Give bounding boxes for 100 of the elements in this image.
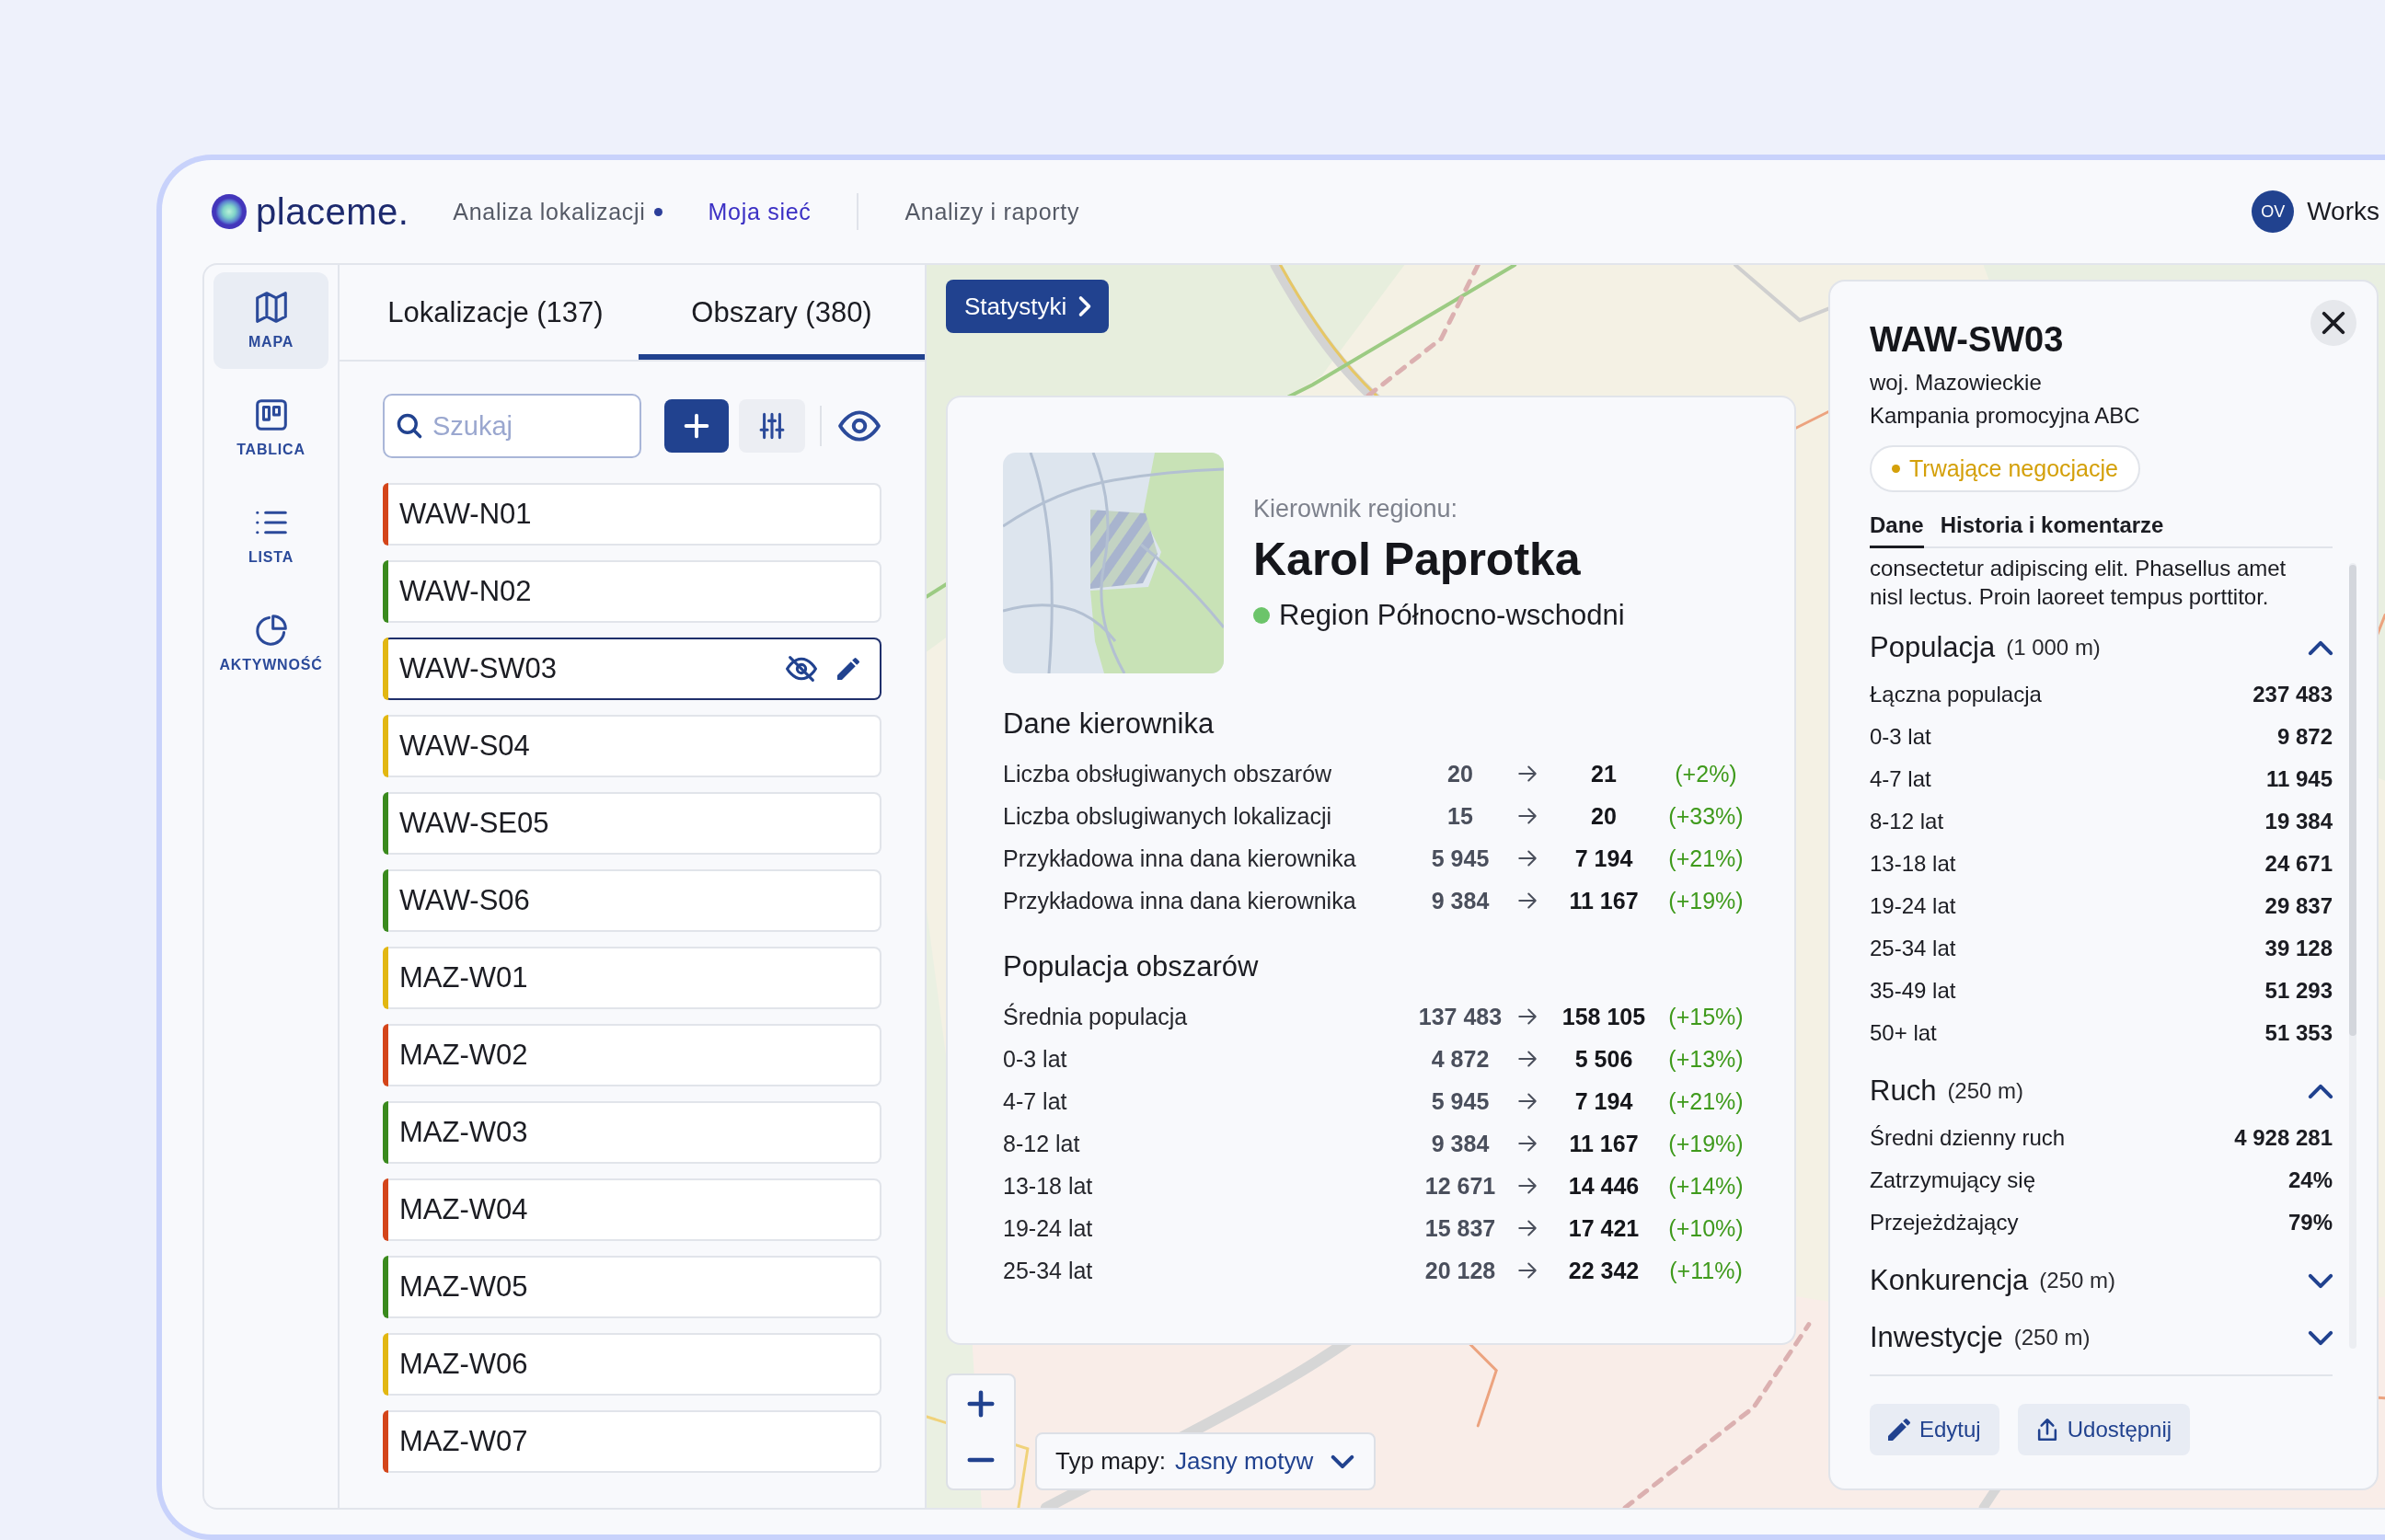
description-text: consectetur adipiscing elit. Phasellus amet nisl lectus. Proin laoreet tempus porttitor. [1870,555,2287,611]
current-value: 5 506 [1573,1045,1634,1073]
nav-link[interactable]: Moja sieć [708,198,812,225]
plus-icon [968,1390,994,1417]
chevron-up-icon[interactable] [2309,640,2333,655]
scrollbar[interactable] [2349,563,2356,1349]
row-label: Liczba obslugiwanych lokalizacji [1003,802,1333,830]
stat-label: Przejeżdżający [1870,1210,2019,1235]
change-percent: (+2%) [1674,760,1738,787]
current-value: 11 167 [1568,1130,1640,1157]
row-label: 4-7 lat [1003,1087,1068,1115]
arrow-right-icon [1518,1262,1537,1279]
stat-label: 4-7 lat [1870,766,1931,792]
stat-label: 13-18 lat [1870,851,1956,877]
nav-link[interactable]: Analiza lokalizacji [453,198,662,225]
change-percent: (+33%) [1667,802,1745,830]
previous-value: 9 384 [1430,1130,1491,1157]
stat-value: 19 384 [2264,809,2333,834]
list-item[interactable]: MAZ-W01 [383,947,881,1009]
row-label: Przykładowa inna dana kierownika [1003,887,1357,914]
role-label: Kierownik regionu: [1253,494,1459,523]
sidebar-tab[interactable]: MAPA [213,272,328,369]
stat-label: 19-24 lat [1870,893,1956,919]
list-item[interactable]: WAW-S04 [383,715,881,777]
tab[interactable]: Dane [1870,512,1924,548]
pencil-icon[interactable] [837,658,859,680]
section-title: Ruch [1870,1075,1937,1108]
add-button[interactable] [664,399,729,453]
sidebar-tab[interactable]: AKTYWNOŚĆ [213,595,328,692]
chevron-down-icon [1331,1454,1354,1468]
arrow-right-icon [1518,765,1537,782]
previous-value: 5 945 [1430,1087,1491,1115]
chevron-right-icon [1079,296,1091,316]
list-item[interactable]: MAZ-W03 [383,1101,881,1164]
list-item[interactable]: WAW-SW03 [383,638,881,700]
eye-off-icon[interactable] [786,656,817,682]
sidebar-tab[interactable]: LISTA [213,488,328,584]
list-item[interactable]: WAW-N01 [383,483,881,546]
filter-button[interactable] [739,399,805,453]
tab[interactable]: Historia i komentarze [1940,512,2164,548]
change-percent: (+19%) [1667,887,1745,914]
current-value: 7 194 [1573,1087,1634,1115]
chevron-down-icon[interactable] [2309,1330,2333,1345]
list-item[interactable]: MAZ-W07 [383,1410,881,1473]
search-field[interactable]: Szukaj [383,394,641,458]
tab[interactable]: Obszary (380) [639,265,925,360]
stat-value: 51 353 [2264,1020,2333,1046]
section-range: (250 m) [2013,1325,2091,1350]
list-item[interactable]: MAZ-W02 [383,1024,881,1086]
statistics-button[interactable]: Statystyki [946,280,1110,333]
search-icon [398,414,421,438]
current-value: 7 194 [1573,845,1634,872]
current-value: 158 105 [1561,1003,1647,1030]
stat-label: 50+ lat [1870,1020,1937,1046]
chevron-down-icon[interactable] [2309,1273,2333,1288]
current-value: 17 421 [1567,1214,1641,1242]
change-percent: (+13%) [1667,1045,1745,1073]
list-item[interactable]: MAZ-W05 [383,1256,881,1318]
row-label: 13-18 lat [1003,1172,1094,1200]
chevron-up-icon[interactable] [2309,1084,2333,1098]
current-value: 20 [1590,802,1618,830]
current-value: 11 167 [1568,887,1640,914]
row-label: Przykładowa inna dana kierownika [1003,845,1357,872]
share-icon [2035,1419,2058,1441]
arrow-right-icon [1518,850,1537,867]
arrow-right-icon [1518,808,1537,824]
status-dot-icon [1892,465,1900,473]
region-name: Region Północno-wschodni [1279,598,1625,632]
map-type-dropdown[interactable]: Typ mapy: Jasny motyw [1035,1432,1377,1490]
change-percent: (+11%) [1668,1257,1744,1284]
list-item[interactable]: WAW-S06 [383,869,881,932]
list-item[interactable]: MAZ-W04 [383,1178,881,1241]
section-title: Dane kierownika [1003,707,1216,741]
stat-value: 29 837 [2264,893,2333,919]
section-title: Konkurencja [1870,1264,2029,1297]
sliders-icon [759,413,785,439]
list-item[interactable]: MAZ-W06 [383,1333,881,1396]
list-item[interactable]: WAW-SE05 [383,792,881,855]
arrow-right-icon [1518,892,1537,909]
minus-icon [968,1458,994,1463]
current-value: 22 342 [1567,1257,1641,1284]
stat-label: Średni dzienny ruch [1870,1125,2066,1151]
section-title: Populacja [1870,631,1996,664]
user-avatar[interactable]: OV [2252,190,2295,233]
previous-value: 15 837 [1423,1214,1497,1242]
sidebar-tab[interactable]: TABLICA [213,380,328,477]
status-text: Trwające negocjacje [1909,455,2118,482]
pencil-icon [1888,1419,1910,1441]
share-button[interactable]: Udostępnij [2017,1404,2191,1455]
close-icon [2322,312,2345,334]
map-icon [255,291,287,323]
stat-value: 11 945 [2265,766,2333,792]
edit-button[interactable]: Edytuj [1870,1404,1999,1455]
nav-link[interactable]: Analizy i raporty [904,198,1080,225]
close-button[interactable] [2310,300,2356,346]
list-item[interactable]: WAW-N02 [383,560,881,623]
arrow-right-icon [1518,1178,1537,1194]
scrollbar-thumb[interactable] [2349,564,2356,1037]
workspace-name[interactable]: Works [2307,197,2379,226]
tab[interactable]: Lokalizacje (137) [352,265,639,360]
